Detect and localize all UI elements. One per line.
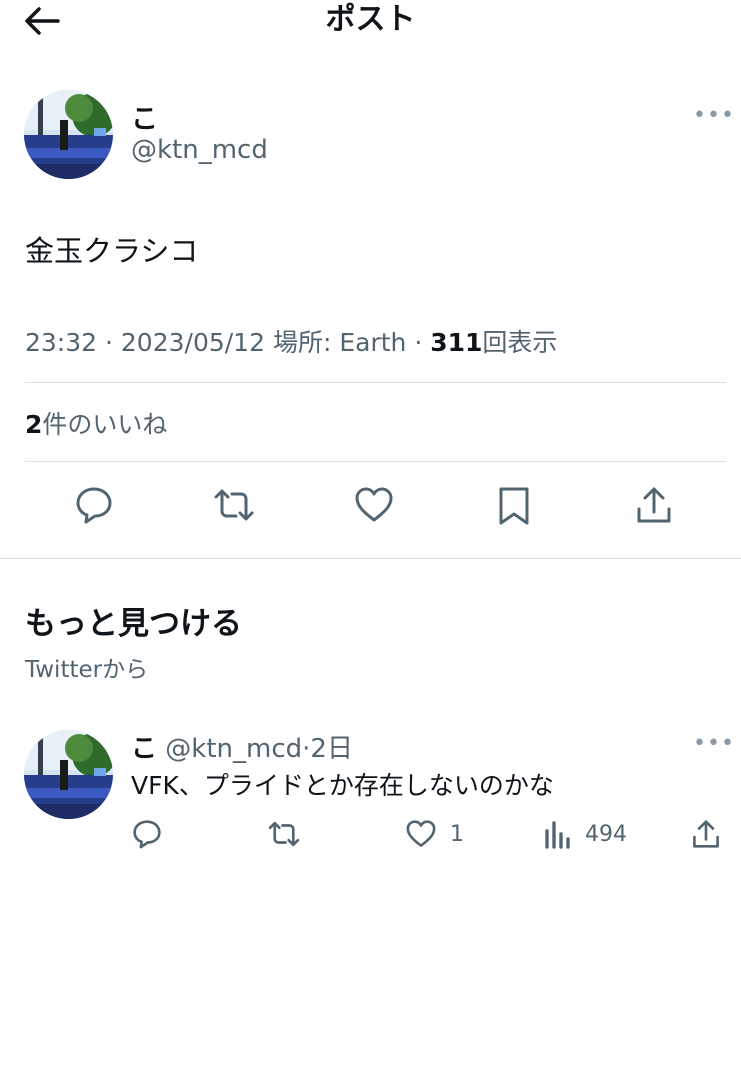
- reply-author-name[interactable]: こ: [131, 734, 157, 764]
- retweet-icon: [268, 821, 300, 847]
- like-button[interactable]: [352, 483, 396, 527]
- bookmark-icon: [499, 487, 529, 525]
- like-icon: [406, 820, 436, 847]
- reply-more-options-button[interactable]: •••: [693, 731, 735, 756]
- avatar[interactable]: [24, 730, 113, 819]
- avatar-photo: [24, 730, 113, 819]
- more-options-button[interactable]: •••: [693, 103, 735, 128]
- retweet-button[interactable]: [212, 483, 256, 527]
- section-divider: [0, 558, 741, 559]
- post-date[interactable]: 2023/05/12: [121, 328, 265, 357]
- likes-summary[interactable]: 2件のいいね: [25, 405, 167, 441]
- views-label: 回表示: [482, 328, 558, 357]
- reply-views-count: 494: [585, 821, 627, 847]
- post-time[interactable]: 23:32: [25, 328, 97, 357]
- reply-like-button[interactable]: 1: [404, 816, 464, 852]
- author-name[interactable]: こ: [131, 97, 158, 136]
- reply-icon: [133, 820, 161, 849]
- share-icon: [637, 487, 671, 523]
- likes-count: 2: [25, 410, 43, 439]
- reply-age[interactable]: 2日: [310, 734, 353, 764]
- discover-title: もっと見つける: [25, 606, 242, 642]
- avatar[interactable]: [24, 90, 113, 179]
- reply-author-handle[interactable]: @ktn_mcd: [165, 734, 302, 764]
- divider: [25, 461, 726, 462]
- meta-separator: ·: [105, 328, 113, 357]
- reply-views-button[interactable]: 494: [543, 816, 627, 852]
- share-icon: [693, 820, 719, 848]
- post-location: 場所: Earth: [272, 328, 407, 357]
- discover-subtitle: Twitterから: [25, 657, 149, 683]
- divider: [25, 382, 726, 383]
- author-handle[interactable]: @ktn_mcd: [131, 135, 268, 165]
- meta-separator: ·: [414, 328, 423, 357]
- post-meta: 23:32 · 2023/05/12 場所: Earth · 311回表示: [25, 323, 557, 359]
- likes-label: 件のいいね: [42, 410, 168, 439]
- reply-text: VFK、プライドとか存在しないのかな: [131, 771, 554, 800]
- like-icon: [355, 487, 393, 522]
- avatar-photo: [24, 90, 113, 179]
- share-button[interactable]: [632, 483, 676, 527]
- reply-header: こ @ktn_mcd·2日: [131, 728, 353, 765]
- reply-icon: [76, 487, 112, 524]
- views-icon: [545, 821, 570, 849]
- page-title: ポスト: [325, 2, 416, 37]
- reply-button[interactable]: [72, 483, 116, 527]
- views-count: 311: [430, 328, 483, 357]
- reply-retweet-button[interactable]: [266, 816, 302, 852]
- post-text: 金玉クラシコ: [25, 234, 199, 268]
- retweet-icon: [214, 489, 254, 521]
- reply-share-button[interactable]: [689, 816, 723, 852]
- reply-like-count: 1: [450, 821, 464, 847]
- reply-reply-button[interactable]: [130, 816, 164, 852]
- bookmark-button[interactable]: [492, 483, 536, 527]
